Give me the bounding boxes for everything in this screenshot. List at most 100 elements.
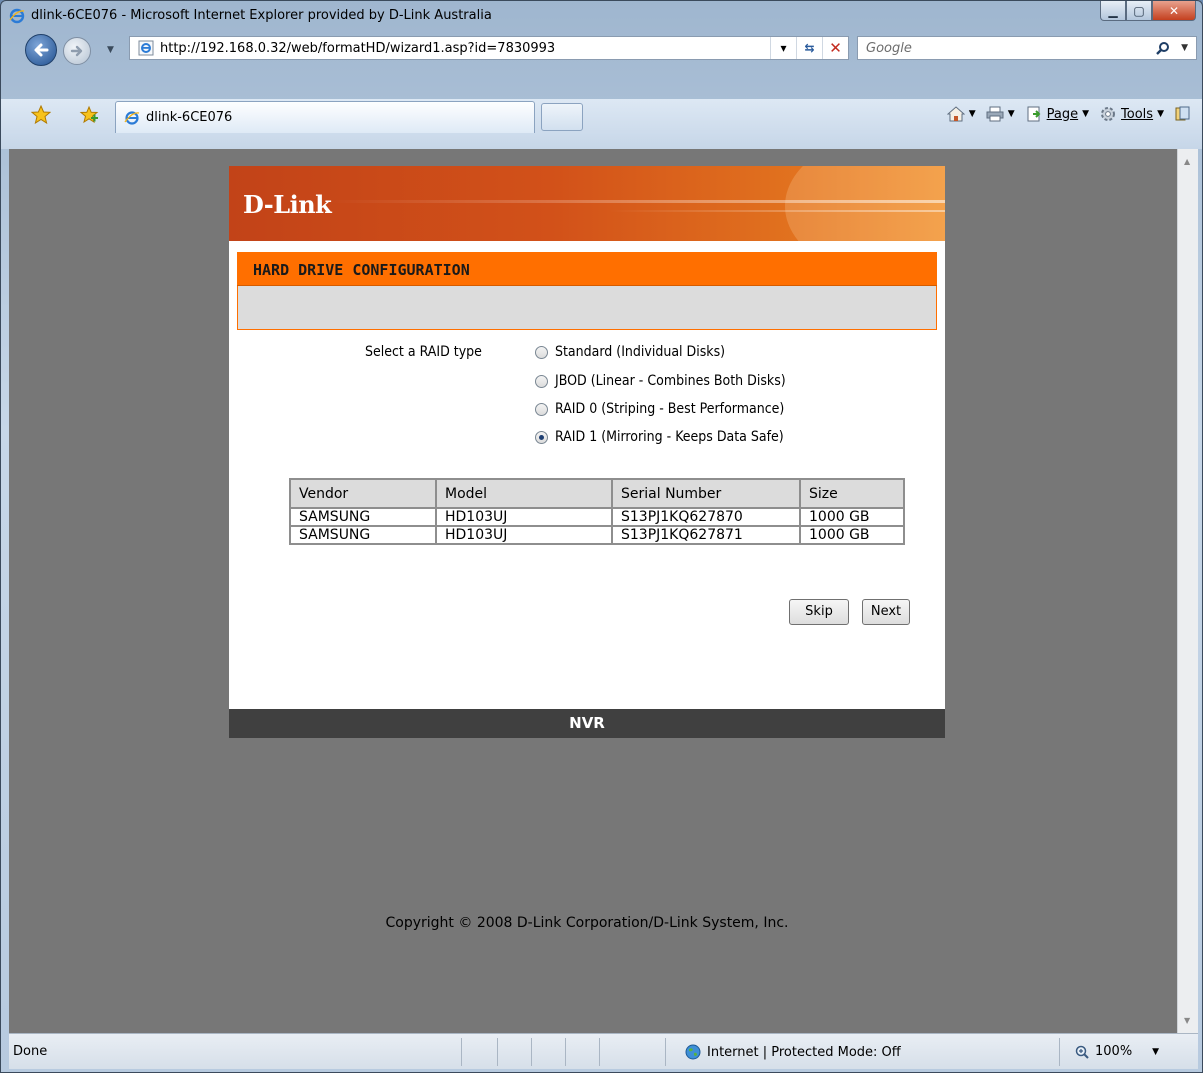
forward-button[interactable] — [63, 37, 91, 65]
disk-table: Vendor Model Serial Number Size SAMSUNG … — [289, 478, 905, 545]
status-divider — [1059, 1038, 1060, 1066]
raid-option-label: RAID 1 (Mirroring - Keeps Data Safe) — [555, 429, 784, 445]
print-button[interactable]: ▼ — [986, 105, 1015, 123]
header-swoosh — [785, 166, 945, 241]
address-dropdown-icon[interactable]: ▾ — [770, 37, 796, 59]
status-divider — [665, 1038, 666, 1066]
radio-jbod[interactable] — [535, 374, 548, 388]
tools-menu[interactable]: Tools ▼ — [1099, 105, 1164, 123]
page-menu-dropdown-icon: ▼ — [1082, 109, 1090, 119]
search-options-dropdown[interactable]: ▼ — [1181, 43, 1188, 53]
globe-icon — [685, 1044, 701, 1060]
radio-standard[interactable] — [535, 345, 548, 359]
close-icon: ✕ — [1168, 3, 1180, 18]
section-description — [237, 286, 937, 330]
add-favorites-icon[interactable] — [79, 105, 99, 125]
table-header-row: Vendor Model Serial Number Size — [289, 478, 905, 509]
print-dropdown-icon[interactable]: ▼ — [1008, 109, 1015, 119]
cell-size: 1000 GB — [799, 525, 905, 545]
tools-menu-label: Tools — [1121, 106, 1154, 122]
section-header: HARD DRIVE CONFIGURATION — [237, 252, 937, 286]
gear-icon — [1101, 107, 1116, 121]
research-icon[interactable] — [1174, 105, 1192, 123]
column-size: Size — [799, 478, 905, 509]
minimize-button[interactable]: ▁ — [1100, 1, 1126, 21]
url-text: http://192.168.0.32/web/formatHD/wizard1… — [160, 40, 556, 56]
internet-explorer-icon — [9, 8, 25, 24]
raid-option-raid0[interactable]: RAID 0 (Striping - Best Performance) — [535, 401, 784, 417]
recent-pages-dropdown[interactable]: ▼ — [107, 45, 114, 55]
cell-vendor: SAMSUNG — [289, 525, 437, 545]
status-bar: Done Internet | Protected Mode: Off 100%… — [9, 1033, 1198, 1069]
minimize-icon: ▁ — [1108, 3, 1118, 18]
back-button[interactable] — [25, 34, 57, 66]
new-tab-button[interactable] — [541, 103, 583, 131]
home-dropdown-icon[interactable]: ▼ — [969, 109, 976, 119]
stop-icon[interactable]: ✕ — [822, 37, 848, 59]
address-bar[interactable]: http://192.168.0.32/web/formatHD/wizard1… — [129, 36, 849, 60]
raid-option-label: Standard (Individual Disks) — [555, 344, 726, 360]
tab-dlink[interactable]: dlink-6CE076 — [115, 101, 535, 133]
dlink-logo: D-Link — [243, 190, 332, 219]
raid-type-label: Select a RAID type — [365, 344, 482, 360]
tab-title: dlink-6CE076 — [146, 110, 233, 125]
raid-option-jbod[interactable]: JBOD (Linear - Combines Both Disks) — [535, 373, 786, 389]
cell-vendor: SAMSUNG — [289, 507, 437, 527]
status-divider — [599, 1038, 600, 1066]
next-button[interactable]: Next — [862, 599, 910, 625]
tab-bar: dlink-6CE076 ▼ ▼ Page ▼ Tools ▼ — [1, 99, 1202, 149]
security-zone[interactable]: Internet | Protected Mode: Off — [685, 1044, 901, 1060]
radio-raid0[interactable] — [535, 402, 548, 416]
tools-menu-dropdown-icon: ▼ — [1157, 109, 1164, 119]
navigation-bar: ▼ http://192.168.0.32/web/formatHD/wizar… — [1, 31, 1202, 67]
scroll-up-icon[interactable]: ▲ — [1184, 157, 1190, 166]
refresh-icon[interactable]: ⇆ — [796, 37, 822, 59]
page-menu-label: Page — [1046, 106, 1079, 122]
copyright-text: Copyright © 2008 D-Link Corporation/D-Li… — [385, 915, 789, 931]
nvr-footer: NVR — [229, 709, 945, 738]
search-input[interactable]: Google ▼ — [857, 36, 1197, 60]
skip-button[interactable]: Skip — [789, 599, 849, 625]
table-row: SAMSUNG HD103UJ S13PJ1KQ627870 1000 GB — [289, 507, 905, 527]
cell-size: 1000 GB — [799, 507, 905, 527]
ie-tab-icon — [124, 110, 140, 125]
window-title: dlink-6CE076 - Microsoft Internet Explor… — [31, 8, 492, 23]
zoom-dropdown-icon[interactable]: ▼ — [1152, 1047, 1159, 1057]
status-text: Done — [13, 1044, 48, 1059]
cell-serial: S13PJ1KQ627871 — [611, 525, 801, 545]
search-icon[interactable] — [1156, 41, 1170, 55]
security-zone-label: Internet | Protected Mode: Off — [707, 1044, 901, 1060]
home-button[interactable]: ▼ — [946, 105, 976, 123]
vertical-scrollbar[interactable]: ▲ ▼ — [1177, 149, 1198, 1033]
zoom-magnifier-icon — [1075, 1045, 1089, 1059]
ie-page-icon — [138, 40, 154, 56]
scroll-down-icon[interactable]: ▼ — [1184, 1016, 1190, 1025]
status-divider — [565, 1038, 566, 1066]
header-streak-2 — [609, 210, 945, 212]
status-divider — [531, 1038, 532, 1066]
brand-header: D-Link — [229, 166, 945, 241]
maximize-button[interactable]: ▢ — [1126, 1, 1152, 21]
header-streak — [329, 200, 945, 203]
printer-icon — [986, 106, 1004, 122]
radio-raid1[interactable] — [535, 430, 548, 444]
search-placeholder: Google — [866, 41, 912, 56]
zoom-control[interactable]: 100% ▼ — [1075, 1044, 1159, 1059]
favorites-star-icon[interactable] — [31, 105, 51, 125]
forward-arrow-icon — [70, 45, 83, 57]
title-bar: dlink-6CE076 - Microsoft Internet Explor… — [1, 1, 1202, 31]
maximize-icon: ▢ — [1133, 3, 1145, 18]
status-divider — [461, 1038, 462, 1066]
cell-serial: S13PJ1KQ627870 — [611, 507, 801, 527]
column-vendor: Vendor — [289, 478, 437, 509]
home-icon — [946, 106, 965, 122]
browser-window: dlink-6CE076 - Microsoft Internet Explor… — [0, 0, 1203, 1073]
table-row: SAMSUNG HD103UJ S13PJ1KQ627871 1000 GB — [289, 525, 905, 545]
close-button[interactable]: ✕ — [1152, 1, 1196, 21]
raid-option-standard[interactable]: Standard (Individual Disks) — [535, 344, 725, 360]
raid-option-label: RAID 0 (Striping - Best Performance) — [555, 401, 785, 417]
page-menu[interactable]: Page ▼ — [1025, 105, 1089, 123]
config-panel: D-Link HARD DRIVE CONFIGURATION Select a… — [229, 166, 945, 738]
raid-option-raid1[interactable]: RAID 1 (Mirroring - Keeps Data Safe) — [535, 429, 784, 445]
back-arrow-icon — [34, 43, 49, 57]
